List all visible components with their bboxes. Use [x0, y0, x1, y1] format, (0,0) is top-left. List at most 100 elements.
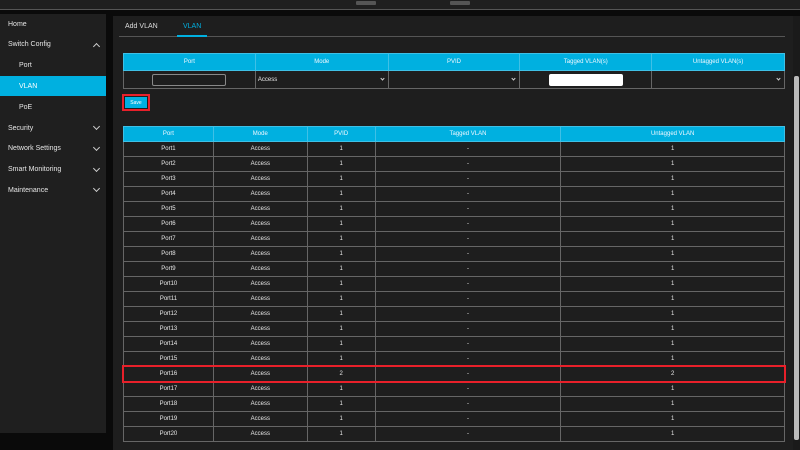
table-row: Port8 Access 1-1 [123, 246, 785, 262]
scrollbar[interactable] [793, 16, 800, 450]
table-row: Port17 Access 1-1 [123, 381, 785, 397]
chevron-down-icon[interactable] [92, 185, 101, 193]
scrollbar-thumb[interactable] [794, 76, 799, 440]
table-row: Port6 Access 1-1 [123, 216, 785, 232]
mode-select-value: Access [257, 76, 278, 83]
table-cell: Port7 [123, 231, 214, 247]
table-cell: - [374, 201, 562, 217]
sidebar-item-vlan[interactable]: VLAN [0, 76, 106, 97]
table-cell: Access [212, 396, 308, 412]
port-input[interactable] [152, 73, 227, 86]
table-cell: Access [212, 216, 308, 232]
sidebar-item-label: Security [8, 124, 34, 132]
chevron-down-icon [511, 75, 516, 81]
form-header-untagged: Untagged VLAN(s) [651, 53, 785, 71]
port-legend-badge [450, 1, 470, 5]
table-cell: 1 [560, 261, 785, 277]
table-cell: Port9 [123, 261, 214, 277]
table-row: Port20 Access 1-1 [123, 426, 785, 442]
table-row: Port13 Access 1-1 [123, 321, 785, 337]
main-panel: Add VLAN VLAN Port Mode PVID Tagged VLAN… [113, 16, 793, 450]
table-row: Port9 Access 1-1 [123, 261, 785, 277]
table-cell: Port19 [123, 411, 214, 427]
table-cell: 1 [306, 261, 376, 277]
table-row: Port10 Access 1-1 [123, 276, 785, 292]
sidebar-item-label: Maintenance [8, 186, 49, 194]
chevron-up-icon[interactable] [92, 42, 101, 50]
table-cell: - [374, 321, 562, 337]
chevron-down-icon [776, 75, 781, 81]
sidebar-item-port[interactable]: Port [0, 56, 106, 76]
table-cell: Port16 [123, 366, 214, 382]
table-cell: Port14 [123, 336, 214, 352]
sidebar-item-label: VLAN [19, 82, 38, 90]
table-cell: 1 [560, 351, 785, 367]
table-cell: 2 [560, 366, 785, 382]
form-header-pvid: PVID [387, 53, 521, 71]
table-cell: - [374, 276, 562, 292]
table-cell: 1 [306, 291, 376, 307]
sidebar-item-label: Home [8, 20, 27, 28]
column-header: Mode [212, 126, 308, 142]
sidebar-item-home[interactable]: Home [0, 14, 106, 34]
table-cell: 1 [306, 381, 376, 397]
sidebar-item-switch-config[interactable]: Switch Config [0, 35, 106, 55]
tab-add-vlan[interactable]: Add VLAN [119, 16, 164, 37]
table-cell: - [374, 246, 562, 262]
form-header-tagged: Tagged VLAN(s) [519, 53, 653, 71]
table-cell: 1 [560, 306, 785, 322]
table-cell: 1 [306, 411, 376, 427]
table-row: Port16 Access 2-2 [123, 366, 785, 382]
table-row: Port4 Access 1-1 [123, 186, 785, 202]
table-cell: 1 [306, 246, 376, 262]
untagged-vlan-select[interactable] [654, 73, 782, 87]
table-cell: - [374, 411, 562, 427]
table-cell: Access [212, 411, 308, 427]
form-header-port: Port [123, 53, 256, 71]
table-cell: Access [212, 201, 308, 217]
table-cell: Access [212, 186, 308, 202]
tagged-vlan-input[interactable] [548, 73, 623, 86]
table-cell: 1 [560, 426, 785, 442]
table-row: Port2 Access 1-1 [123, 156, 785, 172]
sidebar-item-label: Port [19, 62, 32, 70]
sidebar-item-label: Switch Config [8, 41, 51, 49]
table-cell: 1 [306, 186, 376, 202]
table-cell: 1 [306, 201, 376, 217]
table-cell: 1 [560, 396, 785, 412]
tab-vlan[interactable]: VLAN [177, 16, 208, 37]
sidebar: Home Switch Config Port VLAN PoE Security Netw… [0, 14, 106, 433]
save-highlight: Save [122, 94, 150, 111]
table-cell: 1 [560, 231, 785, 247]
table-cell: Port13 [123, 321, 214, 337]
chevron-down-icon[interactable] [92, 164, 101, 172]
sidebar-item-security[interactable]: Security [0, 118, 106, 138]
sidebar-item-maintenance[interactable]: Maintenance [0, 180, 106, 200]
table-cell: 1 [560, 201, 785, 217]
chevron-down-icon [380, 75, 385, 81]
table-cell: Port1 [123, 141, 214, 157]
save-button[interactable]: Save [125, 97, 147, 108]
port-legend-badge [356, 1, 376, 5]
table-cell: 1 [306, 276, 376, 292]
mode-select[interactable]: Access [258, 73, 386, 87]
table-cell: Port6 [123, 216, 214, 232]
sidebar-item-smart-monitoring[interactable]: Smart Monitoring [0, 160, 106, 180]
table-cell: 1 [560, 336, 785, 352]
column-header: Tagged VLAN [374, 126, 562, 142]
table-cell: 1 [306, 306, 376, 322]
table-cell: 1 [560, 321, 785, 337]
pvid-select[interactable] [391, 73, 518, 87]
table-cell: 1 [306, 231, 376, 247]
table-cell: Port3 [123, 171, 214, 187]
table-cell: Access [212, 246, 308, 262]
chevron-down-icon[interactable] [92, 122, 101, 131]
table-cell: 1 [306, 141, 376, 157]
table-cell: - [374, 351, 562, 367]
table-cell: 1 [560, 246, 785, 262]
sidebar-item-network-settings[interactable]: Network Settings [0, 139, 106, 159]
table-row: Port5 Access 1-1 [123, 201, 785, 217]
chevron-down-icon[interactable] [92, 143, 101, 151]
sidebar-item-poe[interactable]: PoE [0, 97, 106, 117]
table-cell: Access [212, 366, 308, 382]
